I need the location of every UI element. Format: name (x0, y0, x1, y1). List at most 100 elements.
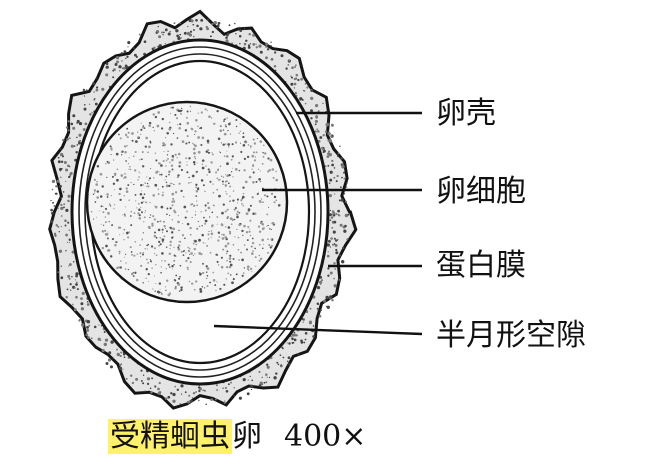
cell-granule (169, 247, 171, 250)
cell-granule (200, 211, 202, 213)
coat-stipple-dot (335, 180, 338, 183)
coat-stipple-dot (189, 30, 193, 33)
coat-stipple-dot (70, 289, 72, 291)
cell-granule (118, 133, 120, 136)
coat-stipple-dot (331, 163, 334, 167)
cell-granule (147, 185, 150, 188)
cell-granule (250, 252, 254, 256)
coat-stipple-dot (324, 130, 328, 133)
cell-granule (253, 142, 257, 145)
cell-granule (255, 151, 258, 154)
cell-granule (198, 238, 201, 242)
cell-granule (154, 115, 158, 119)
coat-stipple-dot (66, 288, 69, 291)
cell-granule (141, 196, 145, 200)
coat-stipple-dot (164, 397, 168, 400)
cell-granule (159, 288, 161, 290)
cell-granule (144, 182, 147, 184)
cell-granule (171, 182, 173, 185)
coat-stipple-dot (157, 387, 160, 391)
cell-granule (251, 168, 253, 170)
coat-stipple-dot (263, 381, 266, 384)
cell-granule (142, 184, 144, 186)
cell-granule (173, 254, 176, 257)
cell-granule (160, 173, 163, 176)
cell-granule (219, 129, 223, 133)
coat-stipple-dot (50, 212, 54, 215)
cell-granule (172, 227, 176, 231)
cell-granule (273, 195, 277, 199)
cell-granule (204, 242, 206, 244)
coat-stipple-dot (62, 138, 65, 142)
coat-stipple-dot (78, 121, 83, 126)
cell-granule (139, 193, 143, 196)
cell-granule (217, 168, 219, 170)
coat-stipple-dot (163, 31, 165, 34)
coat-stipple-dot (287, 64, 290, 66)
cell-granule (119, 234, 121, 236)
cell-granule (199, 272, 202, 276)
cell-granule (168, 266, 171, 268)
cell-granule (192, 255, 194, 257)
cell-granule (157, 111, 161, 114)
cell-granule (249, 267, 253, 271)
cell-granule (233, 218, 236, 221)
coat-stipple-dot (326, 305, 330, 309)
coat-stipple-dot (105, 362, 109, 365)
figure-caption: 受精蛔虫卵 400× (108, 418, 366, 456)
coat-stipple-dot (214, 398, 217, 401)
cell-granule (222, 183, 224, 185)
coat-stipple-dot (66, 137, 69, 141)
cell-granule (240, 199, 243, 202)
coat-stipple-dot (121, 67, 124, 70)
cell-granule (165, 184, 169, 188)
cell-granule (94, 201, 97, 203)
cell-granule (236, 198, 239, 201)
cell-granule (231, 281, 234, 285)
coat-stipple-dot (197, 399, 200, 402)
cell-granule (222, 143, 225, 146)
coat-stipple-dot (316, 285, 321, 290)
cell-granule (189, 226, 192, 230)
cell-granule (177, 246, 180, 249)
cell-granule (175, 117, 179, 120)
cell-granule (135, 200, 137, 202)
cell-granule (235, 119, 238, 121)
cell-granule (193, 163, 196, 166)
cell-granule (123, 256, 126, 258)
coat-stipple-dot (276, 361, 279, 364)
coat-stipple-dot (70, 122, 74, 126)
cell-granule (266, 213, 269, 216)
coat-stipple-dot (173, 22, 176, 25)
coat-stipple-dot (225, 389, 229, 393)
coat-stipple-dot (186, 31, 191, 36)
cell-granule (149, 201, 151, 204)
coat-stipple-dot (238, 396, 242, 400)
cell-granule (140, 201, 143, 204)
cell-granule (267, 238, 269, 241)
cell-granule (177, 283, 181, 286)
cell-granule (124, 150, 127, 154)
coat-stipple-dot (338, 199, 341, 202)
cell-granule (201, 159, 205, 162)
cell-granule (240, 251, 243, 254)
cell-granule (199, 287, 202, 291)
coat-stipple-dot (118, 70, 121, 72)
cell-granule (163, 220, 165, 223)
coat-stipple-dot (225, 39, 229, 43)
cell-granule (217, 239, 220, 242)
cell-granule (104, 216, 107, 218)
coat-stipple-dot (135, 377, 139, 381)
cell-granule (180, 286, 183, 289)
cell-granule (166, 154, 169, 156)
cell-granule (208, 169, 211, 172)
coat-stipple-dot (302, 321, 304, 323)
cell-granule (152, 113, 155, 116)
coat-stipple-dot (65, 208, 69, 212)
cell-granule (147, 225, 151, 229)
cell-granule (170, 143, 173, 146)
cell-granule (145, 185, 147, 188)
cell-granule (152, 177, 155, 179)
cell-granule (259, 257, 263, 261)
coat-stipple-dot (131, 381, 135, 385)
